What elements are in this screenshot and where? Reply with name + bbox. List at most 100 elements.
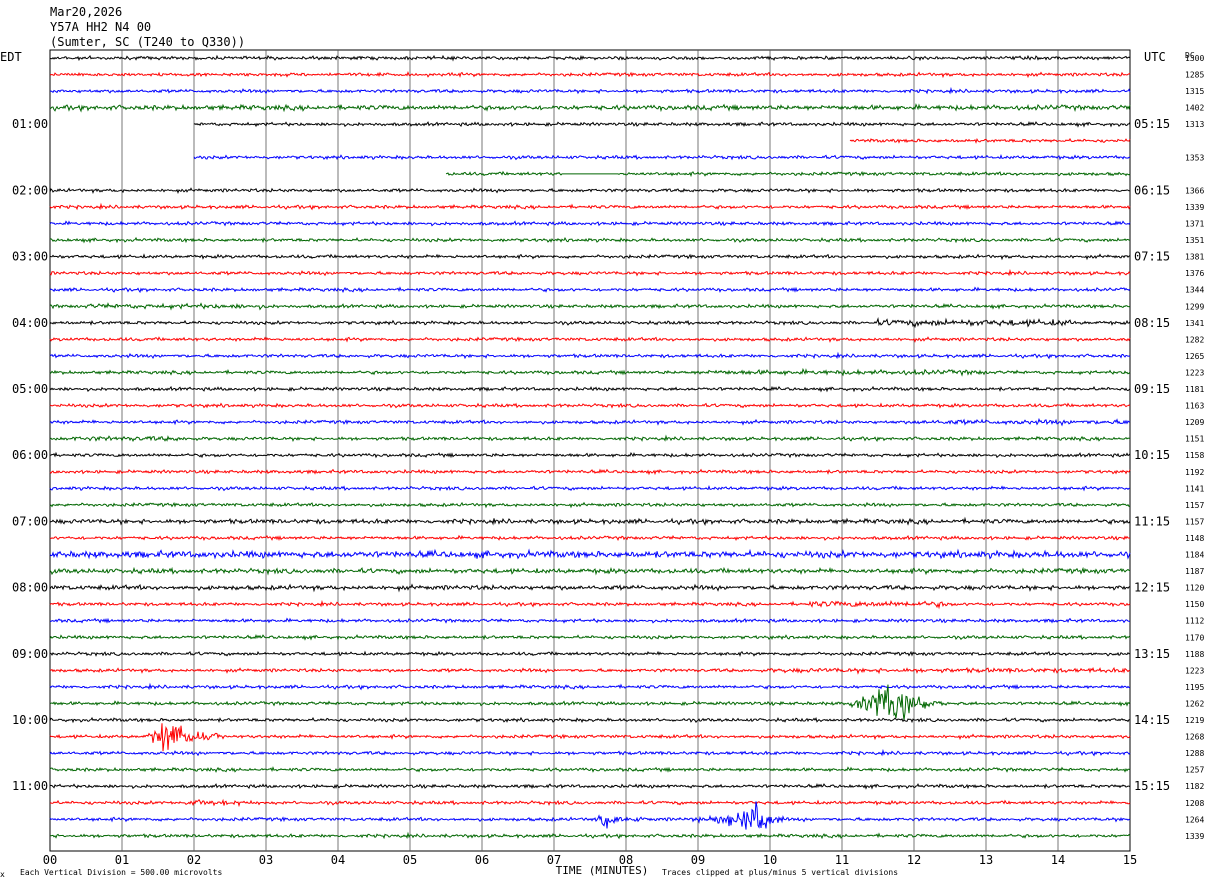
- x-tick-label: 09: [691, 853, 705, 867]
- helicorder-plot: Mar20,2026 Y57A HH2 N4 00 (Sumter, SC (T…: [0, 5, 1204, 879]
- right-hour-label: 09:15: [1134, 382, 1170, 396]
- trace-row: [49, 583, 1131, 593]
- trace-row: [49, 831, 1131, 840]
- dc-offset: 1157: [1185, 517, 1204, 526]
- trace-row: [49, 316, 1131, 329]
- trace-row: [49, 187, 1131, 195]
- trace-row: [49, 336, 1131, 343]
- dc-offset: 1268: [1185, 733, 1204, 742]
- trace-row: [49, 566, 1131, 576]
- right-hour-label: 08:15: [1134, 316, 1170, 330]
- trace-row: [49, 253, 1131, 261]
- header-location: (Sumter, SC (T240 to Q330)): [50, 35, 245, 49]
- dc-offset: 1188: [1185, 650, 1204, 659]
- trace-row: [49, 351, 1131, 360]
- plot-frame: [49, 49, 1131, 852]
- dc-offset: 1353: [1185, 153, 1204, 162]
- right-hour-label: 13:15: [1134, 647, 1170, 661]
- left-hour-label: 02:00: [12, 183, 48, 197]
- x-tick-label: 10: [763, 853, 777, 867]
- dc-offset: 1265: [1185, 352, 1204, 361]
- x-tick-label: 14: [1051, 853, 1065, 867]
- left-hour-label: 04:00: [12, 316, 48, 330]
- dc-offset: 1257: [1185, 766, 1204, 775]
- trace-row: [49, 451, 1131, 459]
- trace-row: [49, 202, 1131, 211]
- trace-row: [49, 748, 1131, 757]
- dc-offset: 1209: [1185, 418, 1204, 427]
- dc-offset: 1151: [1185, 435, 1204, 444]
- dc-offset: 1288: [1185, 749, 1204, 758]
- corner-mark: x: [0, 870, 5, 879]
- x-tick-label: 04: [331, 853, 345, 867]
- trace-row: [49, 783, 1131, 790]
- dc-offset: 1371: [1185, 220, 1204, 229]
- right-timezone: UTC: [1144, 50, 1166, 64]
- trace-row: [49, 484, 1131, 492]
- dc-offset: 1141: [1185, 484, 1204, 493]
- trace-row: [49, 286, 1131, 294]
- trace-row: [49, 723, 1131, 752]
- left-hour-label: 10:00: [12, 713, 48, 727]
- right-hour-label: 12:15: [1134, 581, 1170, 595]
- header-station: Y57A HH2 N4 00: [50, 20, 151, 34]
- dc-offset: 1339: [1185, 832, 1204, 841]
- dc-offset: 1285: [1185, 71, 1204, 80]
- dc-offset: 1381: [1185, 253, 1204, 262]
- dc-offset: 1262: [1185, 699, 1204, 708]
- trace-row: [49, 103, 1131, 113]
- x-tick-label: 11: [835, 853, 849, 867]
- dc-offset: 1184: [1185, 551, 1204, 560]
- dc-offset: 1120: [1185, 584, 1204, 593]
- left-hour-label: 11:00: [12, 779, 48, 793]
- dc-offset: 1313: [1185, 120, 1204, 129]
- trace-row: [49, 599, 1131, 610]
- dc-offset: 1150: [1185, 600, 1204, 609]
- trace-row: [49, 367, 1131, 377]
- x-tick-label: 01: [115, 853, 129, 867]
- trace-row: [49, 766, 1131, 773]
- dc-offset: 1181: [1185, 385, 1204, 394]
- trace-row: [49, 220, 1131, 227]
- trace-row: [49, 385, 1131, 393]
- left-hour-label: 01:00: [12, 117, 48, 131]
- dc-offset: 1366: [1185, 186, 1204, 195]
- dc-offset: 1402: [1185, 104, 1204, 113]
- right-hour-label: 06:15: [1134, 183, 1170, 197]
- dc-offset: 1163: [1185, 402, 1204, 411]
- trace-row: [445, 170, 1131, 178]
- trace-row: [49, 501, 1131, 509]
- dc-offset: 1315: [1185, 87, 1204, 96]
- x-tick-label: 00: [43, 853, 57, 867]
- left-hour-label: 09:00: [12, 647, 48, 661]
- x-tick-label: 12: [907, 853, 921, 867]
- time-grid: [49, 49, 1131, 852]
- trace-row: [49, 634, 1131, 641]
- dc-offset: 1157: [1185, 501, 1204, 510]
- trace-row: [49, 86, 1131, 95]
- seismic-traces: [49, 54, 1131, 840]
- trace-row: [49, 548, 1131, 560]
- dc-offset: 1341: [1185, 319, 1204, 328]
- trace-row: [49, 716, 1130, 724]
- trace-row: [849, 137, 1131, 144]
- dc-offset: 1264: [1185, 815, 1204, 824]
- dc-offset: 1208: [1185, 799, 1204, 808]
- trace-row: [49, 682, 1131, 691]
- trace-row: [49, 268, 1131, 277]
- trace-row: [49, 236, 1130, 244]
- x-tick-label: 02: [187, 853, 201, 867]
- trace-row: [49, 54, 1131, 62]
- left-hour-label: 06:00: [12, 448, 48, 462]
- trace-row: [49, 417, 1131, 427]
- trace-row: [49, 534, 1131, 542]
- dc-offset: 1170: [1185, 633, 1204, 642]
- trace-row: [49, 801, 1131, 830]
- dc-offset: 1223: [1185, 666, 1204, 675]
- left-hour-label: 07:00: [12, 514, 48, 528]
- x-tick-label: 06: [475, 853, 489, 867]
- dc-offset: 1300: [1185, 54, 1204, 63]
- right-hour-label: 14:15: [1134, 713, 1170, 727]
- trace-row: [49, 434, 1131, 443]
- dc-offset: 1158: [1185, 451, 1204, 460]
